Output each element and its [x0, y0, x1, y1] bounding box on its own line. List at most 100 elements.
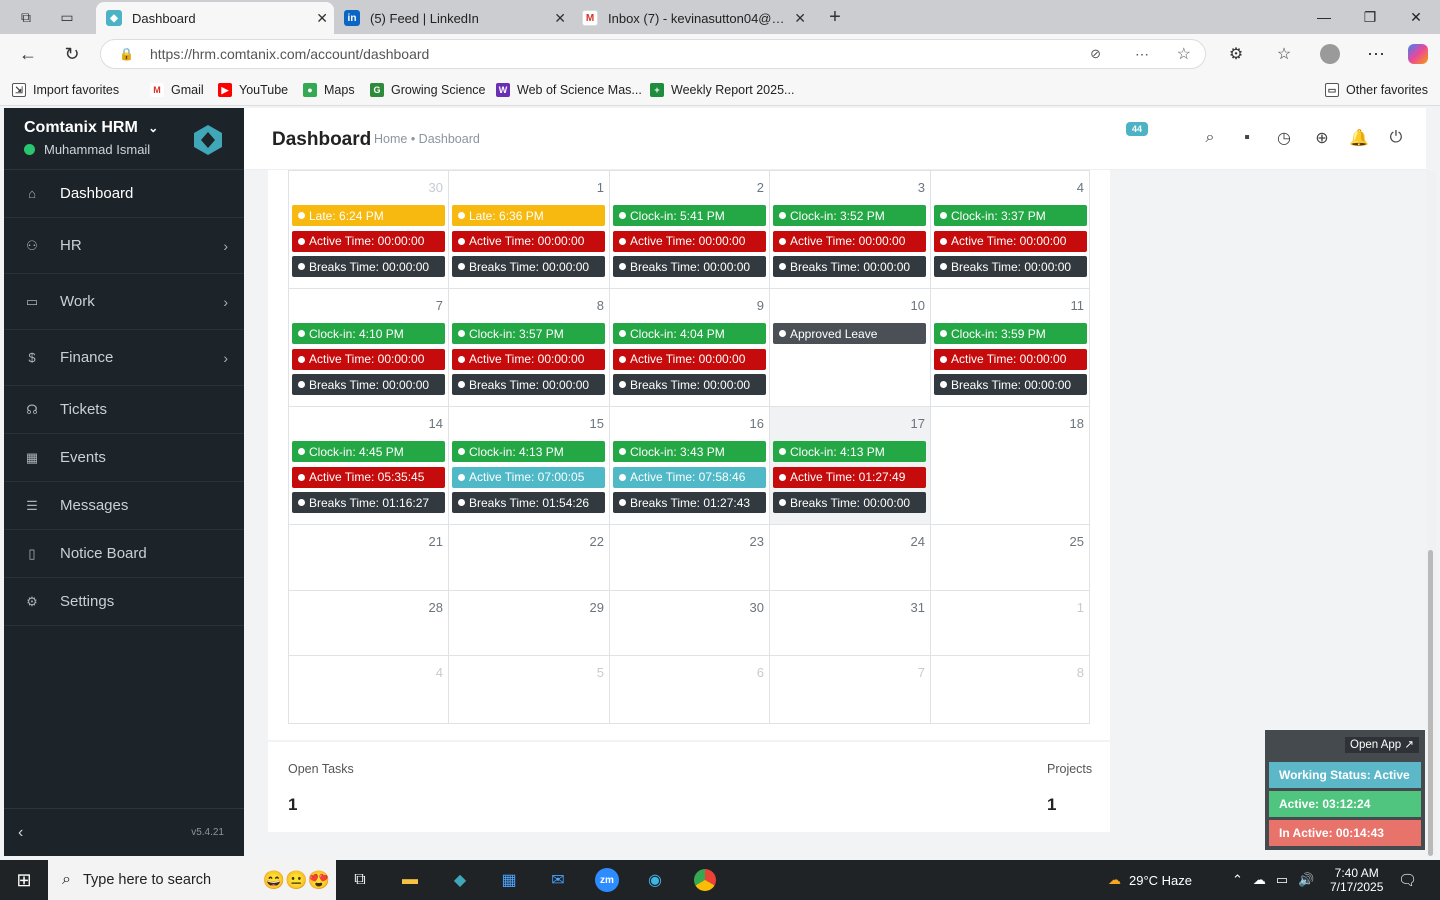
calendar-event[interactable]: Active Time: 00:00:00: [292, 230, 445, 252]
calendar-day-cell[interactable]: 1 Late: 6:36 PM Active Time: 00:00:00 Break…: [448, 170, 610, 289]
open-app-button[interactable]: Open App ↗: [1345, 737, 1419, 753]
calendar-event[interactable]: Active Time: 07:00:05: [452, 466, 605, 488]
comtanix-app-icon[interactable]: ◆: [447, 868, 473, 892]
calendar-day-cell[interactable]: 2 Clock-in: 5:41 PM Active Time: 00:00:00 B…: [609, 170, 770, 289]
bookmark-youtube[interactable]: ▶ YouTube: [218, 81, 288, 99]
more-page-icon[interactable]: ⋯: [1135, 46, 1149, 63]
scrollbar-thumb[interactable]: [1428, 550, 1433, 856]
brand-name[interactable]: Comtanix HRM ⌄: [24, 119, 158, 137]
add-circle-icon[interactable]: ⊕: [1312, 128, 1332, 148]
tab-dashboard[interactable]: ◆ Dashboard ✕: [96, 2, 334, 34]
extensions-icon[interactable]: ⚙: [1224, 42, 1248, 66]
sidebar-item-settings[interactable]: ⚙ Settings: [4, 578, 244, 626]
calendar-day-cell[interactable]: 1: [930, 590, 1090, 656]
projects-value[interactable]: 1: [1047, 795, 1056, 815]
calendar-day-cell[interactable]: 8 Clock-in: 3:57 PM Active Time: 00:00:00 B…: [448, 288, 610, 407]
calendar-event[interactable]: Breaks Time: 00:00:00: [292, 256, 445, 277]
sidebar-item-finance[interactable]: $ Finance ›: [4, 330, 244, 386]
minimize-icon[interactable]: —: [1301, 0, 1347, 34]
calendar-day-cell[interactable]: 7 Clock-in: 4:10 PM Active Time: 00:00:00 B…: [288, 288, 449, 407]
calendar-event[interactable]: Clock-in: 3:52 PM: [773, 205, 926, 226]
calendar-event[interactable]: Breaks Time: 00:00:00: [292, 374, 445, 395]
close-window-icon[interactable]: ✕: [1393, 0, 1439, 34]
calendar-event[interactable]: Clock-in: 5:41 PM: [613, 205, 766, 226]
power-icon[interactable]: ⏻: [1386, 128, 1406, 148]
mail-icon[interactable]: ✉: [545, 868, 571, 892]
calendar-day-cell[interactable]: 30: [609, 590, 770, 656]
calendar-day-cell[interactable]: 15 Clock-in: 4:13 PM Active Time: 07:00:05…: [448, 406, 610, 525]
calendar-event[interactable]: Clock-in: 4:04 PM: [613, 323, 766, 344]
taskbar-search[interactable]: ⌕ Type here to search 😄😐😍: [48, 860, 336, 900]
close-tab-icon[interactable]: ✕: [794, 10, 806, 27]
calendar-day-cell[interactable]: 21: [288, 524, 449, 591]
calendar-day-cell[interactable]: 28: [288, 590, 449, 656]
calendar-day-cell[interactable]: 7: [769, 655, 931, 724]
weather-widget[interactable]: ☁ 29°C Haze: [1108, 860, 1192, 900]
calendar-day-cell[interactable]: 14 Clock-in: 4:45 PM Active Time: 05:35:45…: [288, 406, 449, 525]
calendar-event[interactable]: Breaks Time: 00:00:00: [934, 374, 1087, 395]
emoji-highlight-icon[interactable]: 😄😐😍: [263, 870, 330, 891]
calendar-day-cell[interactable]: 23: [609, 524, 770, 591]
settings-more-icon[interactable]: ⋯: [1364, 42, 1388, 66]
restore-icon[interactable]: ❐: [1347, 0, 1393, 34]
workspaces-icon[interactable]: ⧉: [15, 6, 37, 28]
sidebar-item-hr[interactable]: ⚇ HR ›: [4, 218, 244, 274]
bookmark-other-favorites[interactable]: ▭ Other favorites: [1325, 81, 1428, 99]
calendar-event[interactable]: Clock-in: 4:13 PM: [773, 441, 926, 462]
calendar-event[interactable]: Breaks Time: 00:00:00: [773, 492, 926, 513]
close-tab-icon[interactable]: ✕: [316, 10, 328, 27]
calendar-event[interactable]: Active Time: 07:58:46: [613, 466, 766, 488]
store-icon[interactable]: ▦: [496, 868, 522, 892]
calendar-day-cell[interactable]: 3 Clock-in: 3:52 PM Active Time: 00:00:00 B…: [769, 170, 931, 289]
favorites-icon[interactable]: ☆: [1272, 42, 1296, 66]
copilot-icon[interactable]: [1406, 42, 1430, 66]
calendar-event[interactable]: Breaks Time: 01:16:27: [292, 492, 445, 513]
calendar-event[interactable]: Late: 6:24 PM: [292, 205, 445, 226]
calendar-event[interactable]: Active Time: 00:00:00: [934, 230, 1087, 252]
task-view-icon[interactable]: ⧉: [347, 868, 373, 892]
tab-gmail[interactable]: M Inbox (7) - kevinasutton04@gmai ✕: [572, 2, 812, 34]
calendar-event[interactable]: Active Time: 05:35:45: [292, 466, 445, 488]
bookmark-maps[interactable]: ● Maps: [303, 81, 355, 99]
notifications-icon[interactable]: 🗨: [1398, 860, 1417, 900]
calendar-day-cell[interactable]: 18: [930, 406, 1090, 525]
calendar-event[interactable]: Active Time: 00:00:00: [613, 230, 766, 252]
calendar-event[interactable]: Clock-in: 4:45 PM: [292, 441, 445, 462]
calendar-event[interactable]: Active Time: 01:27:49: [773, 466, 926, 488]
calendar-event[interactable]: Approved Leave: [773, 323, 926, 344]
tab-linkedin[interactable]: in (5) Feed | LinkedIn ✕: [334, 2, 572, 34]
sidebar-item-dashboard[interactable]: ⌂ Dashboard: [4, 170, 244, 218]
refresh-icon[interactable]: ↻: [60, 42, 84, 66]
collapse-sidebar-icon[interactable]: ‹: [18, 824, 23, 842]
volume-icon[interactable]: 🔊: [1298, 872, 1314, 888]
calendar-day-cell[interactable]: 6: [609, 655, 770, 724]
bell-icon[interactable]: 🔔: [1349, 128, 1369, 148]
clock-icon[interactable]: ◷: [1274, 128, 1294, 148]
tab-actions-icon[interactable]: ▭: [56, 6, 78, 28]
file-explorer-icon[interactable]: ▬: [397, 868, 423, 892]
profile-avatar[interactable]: [1318, 42, 1342, 66]
bookmark-web-of-science[interactable]: W Web of Science Mas...: [496, 81, 642, 99]
sticky-note-icon[interactable]: ▪: [1237, 128, 1257, 148]
calendar-event[interactable]: Breaks Time: 00:00:00: [452, 374, 605, 395]
sidebar-item-events[interactable]: ▦ Events: [4, 434, 244, 482]
calendar-event[interactable]: Clock-in: 4:13 PM: [452, 441, 605, 462]
bookmark-import-favorites[interactable]: ⇲ Import favorites: [12, 81, 119, 99]
calendar-day-cell[interactable]: 11 Clock-in: 3:59 PM Active Time: 00:00:00…: [930, 288, 1090, 407]
calendar-day-cell[interactable]: 24: [769, 524, 931, 591]
calendar-event[interactable]: Clock-in: 4:10 PM: [292, 323, 445, 344]
edge-icon[interactable]: ◉: [642, 868, 668, 892]
cloud-icon[interactable]: ☁: [1253, 872, 1266, 888]
calendar-event[interactable]: Active Time: 00:00:00: [452, 348, 605, 370]
calendar-event[interactable]: Clock-in: 3:37 PM: [934, 205, 1087, 226]
clock-area[interactable]: 7:40 AM 7/17/2025: [1330, 860, 1383, 900]
chevron-up-icon[interactable]: ⌃: [1232, 872, 1243, 888]
sidebar-item-messages[interactable]: ☰ Messages: [4, 482, 244, 530]
calendar-event[interactable]: Active Time: 00:00:00: [934, 348, 1087, 370]
calendar-event[interactable]: Clock-in: 3:59 PM: [934, 323, 1087, 344]
calendar-day-cell[interactable]: 25: [930, 524, 1090, 591]
calendar-event[interactable]: Breaks Time: 00:00:00: [613, 256, 766, 277]
calendar-event[interactable]: Breaks Time: 01:54:26: [452, 492, 605, 513]
calendar-event[interactable]: Breaks Time: 00:00:00: [773, 256, 926, 277]
calendar-day-cell[interactable]: 10 Approved Leave: [769, 288, 931, 407]
